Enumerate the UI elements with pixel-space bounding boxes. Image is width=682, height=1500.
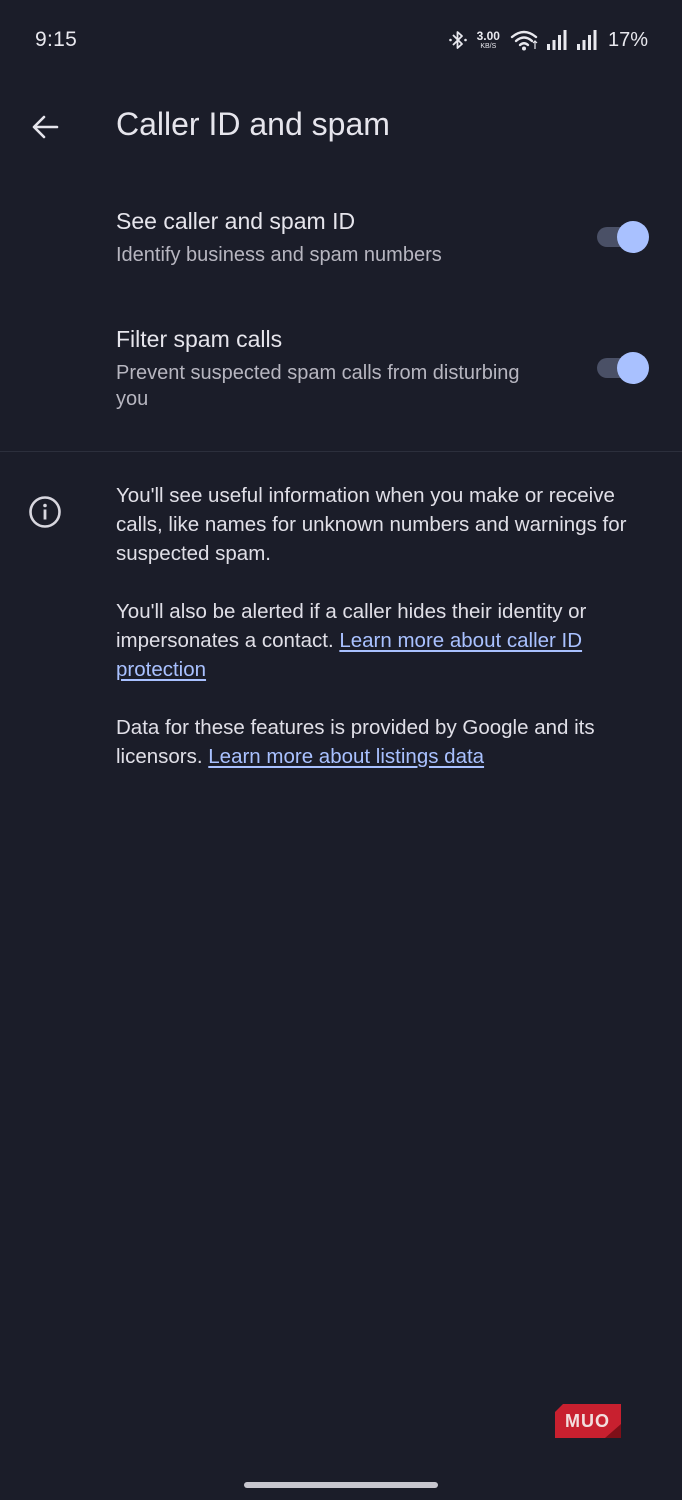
app-bar: Caller ID and spam <box>0 90 682 164</box>
network-speed-value: 3.00 <box>476 29 500 43</box>
info-paragraph-alerts: You'll also be alerted if a caller hides… <box>116 597 646 684</box>
network-speed: 3.00 KB/S <box>477 30 500 50</box>
setting-subtitle: Identify business and spam numbers <box>116 244 442 266</box>
status-icons: 3.00 KB/S 17% <box>447 26 648 54</box>
home-indicator[interactable] <box>244 1482 438 1488</box>
signal-icon-sim2 <box>576 30 597 50</box>
toggle-thumb <box>617 221 649 253</box>
setting-title: Filter spam calls <box>116 326 283 352</box>
toggle-thumb <box>617 352 649 384</box>
info-paragraph-caller-info: You'll see useful information when you m… <box>116 484 627 565</box>
muo-watermark-logo: MUO <box>555 1404 621 1438</box>
toggle-filter-spam-calls[interactable] <box>597 352 651 384</box>
setting-title: See caller and spam ID <box>116 208 356 234</box>
learn-more-listings-data-link[interactable]: Learn more about listings data <box>208 745 484 768</box>
section-divider <box>0 451 682 452</box>
toggle-see-caller-id[interactable] <box>597 221 651 253</box>
setting-filter-spam-calls[interactable]: Filter spam calls Prevent suspected spam… <box>0 308 682 428</box>
info-paragraph-data-source: Data for these features is provided by G… <box>116 713 646 771</box>
setting-subtitle: Prevent suspected spam calls from distur… <box>116 362 520 410</box>
arrow-back-icon <box>32 115 59 139</box>
page-title: Caller ID and spam <box>116 106 390 142</box>
info-icon <box>29 496 61 528</box>
signal-icon-sim1 <box>546 30 567 50</box>
back-button[interactable] <box>22 104 68 150</box>
setting-see-caller-id[interactable]: See caller and spam ID Identify business… <box>0 190 682 290</box>
status-time: 9:15 <box>35 28 78 51</box>
wifi-icon <box>510 30 538 51</box>
battery-percentage: 17% <box>607 28 648 51</box>
watermark-text: MUO <box>565 1411 610 1431</box>
status-bar: 9:15 3.00 KB/S 17% <box>0 0 682 80</box>
network-speed-unit: KB/S <box>480 43 497 50</box>
bluetooth-icon <box>448 31 467 49</box>
